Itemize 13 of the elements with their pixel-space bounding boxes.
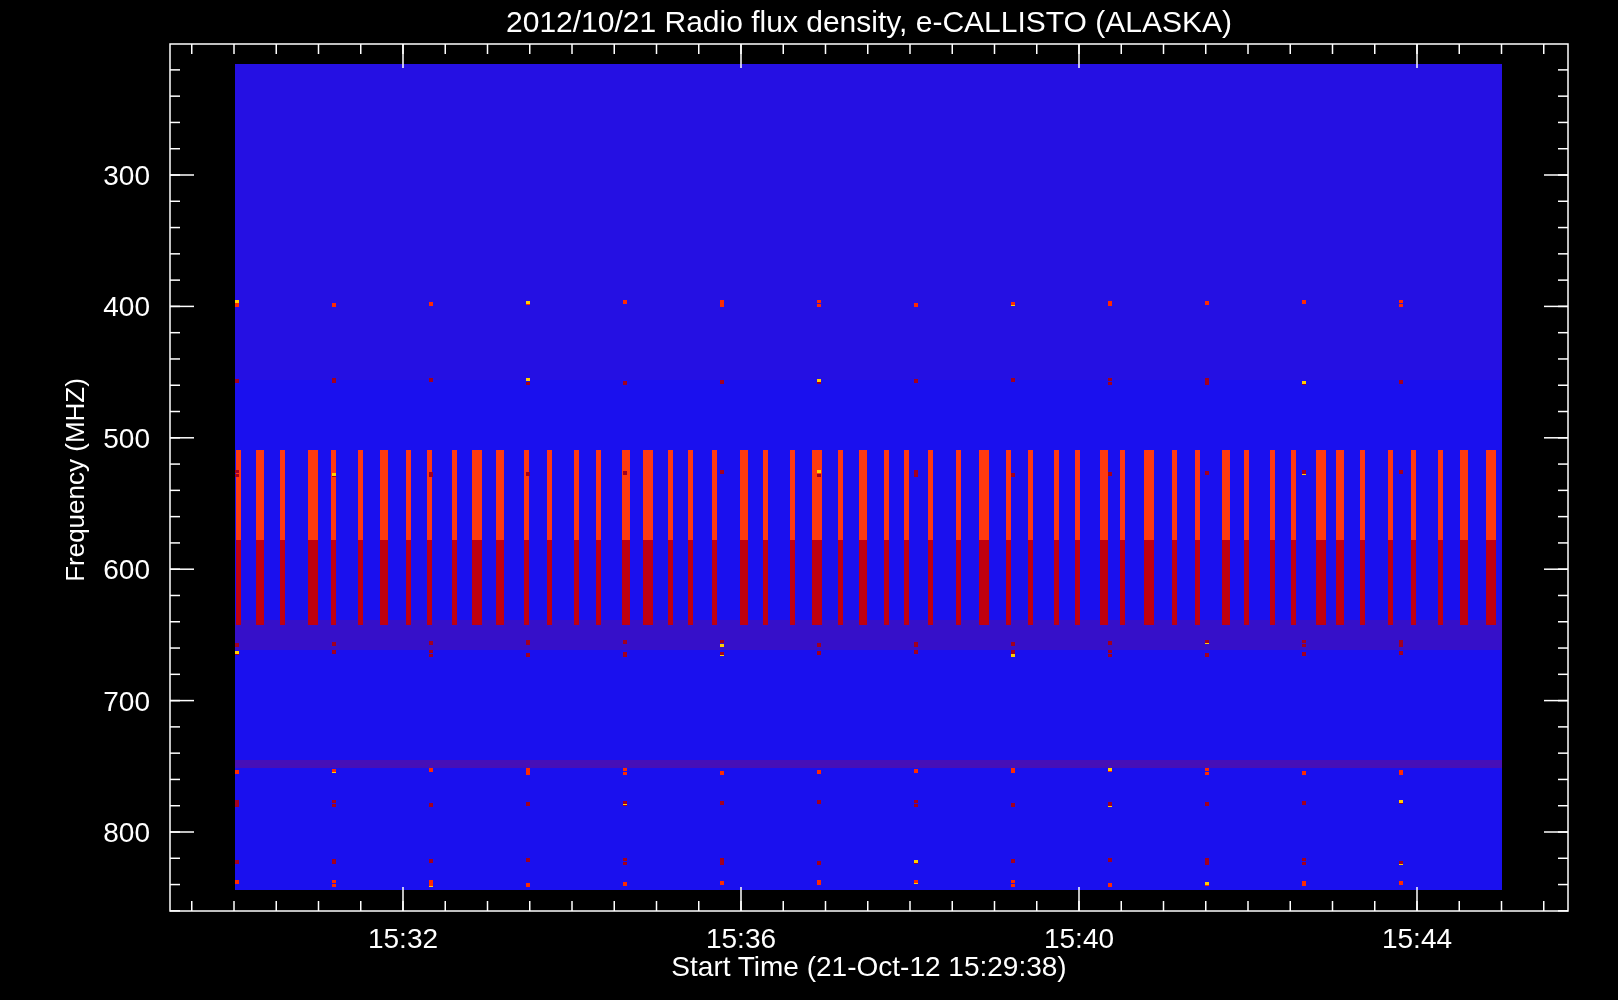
- tick-label: 300: [103, 160, 150, 191]
- tick-label: 15:44: [1381, 923, 1453, 954]
- tick-label: 700: [103, 685, 150, 717]
- tick-label: 800: [103, 817, 150, 848]
- tick-label: 400: [103, 291, 150, 323]
- tick-label: 600: [103, 554, 150, 586]
- tick-label: 15:32: [367, 923, 439, 954]
- tick-label: 15:36: [705, 923, 777, 954]
- tick-label: 15:40: [1043, 923, 1115, 954]
- tick-label: 500: [103, 422, 150, 454]
- axis-label: Start Time (21-Oct-12 15:29:38): [671, 951, 1067, 982]
- chart-title: 2012/10/21 Radio flux density, e-CALLISTO (ALASKA): [506, 5, 1232, 38]
- axis-label: Frequency (MHZ): [60, 378, 90, 582]
